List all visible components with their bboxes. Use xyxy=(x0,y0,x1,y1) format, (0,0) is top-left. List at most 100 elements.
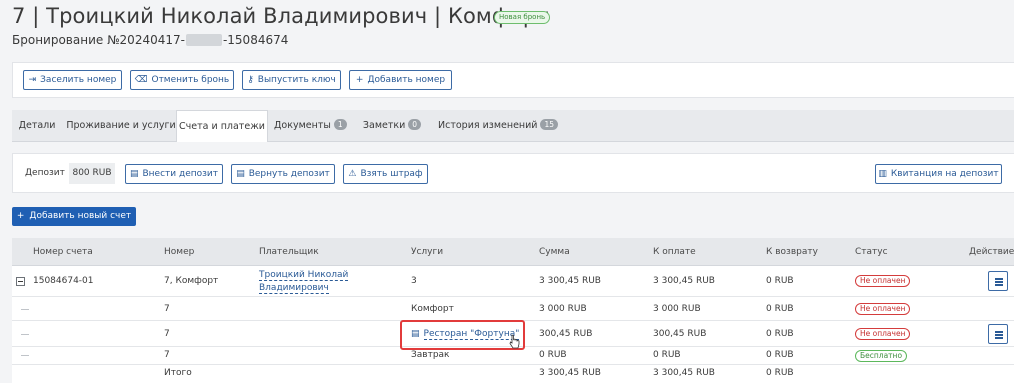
service-refund: 0 RUB xyxy=(766,304,794,314)
mouse-pointer-icon xyxy=(509,334,520,349)
deposit-panel: Депозит 800 RUB ▤ Внести депозит ▤ Вернуть… xyxy=(12,153,1014,193)
cancel-icon: ⌫ xyxy=(134,75,148,85)
col-status: Статус xyxy=(855,247,888,257)
add-room-button[interactable]: + Добавить номер xyxy=(349,70,452,90)
highlight-frame xyxy=(400,320,525,350)
issue-key-button[interactable]: ⚷ Выпустить ключ xyxy=(242,70,341,90)
check-in-label: Заселить номер xyxy=(40,75,117,85)
booking-number: Бронирование №20240417- -15084674 xyxy=(12,33,288,47)
invoice-refund: 0 RUB xyxy=(766,276,794,286)
deposit-label: Депозит xyxy=(25,168,65,178)
service-room: 7 xyxy=(164,329,170,339)
documents-count: 1 xyxy=(333,119,347,130)
tab-details[interactable]: Детали xyxy=(12,110,62,142)
fine-button[interactable]: ⚠ Взять штраф xyxy=(343,164,428,184)
tab-history[interactable]: История изменений 15 xyxy=(438,110,559,142)
check-in-button[interactable]: ⇥ Заселить номер xyxy=(23,70,122,90)
invoice-sum: 3 300,45 RUB xyxy=(539,276,601,286)
tab-stay-services-label: Проживание и услуги xyxy=(66,120,176,131)
total-to-pay: 3 300,45 RUB xyxy=(653,368,715,378)
card-icon: ▤ xyxy=(129,169,139,179)
service-name: Комфорт xyxy=(411,304,454,314)
cancel-booking-label: Отменить бронь xyxy=(151,75,230,85)
deposit-amount: 800 RUB xyxy=(69,163,115,184)
add-invoice-label: Добавить новый счет xyxy=(29,211,132,221)
status-badge: Бесплатно xyxy=(855,350,908,362)
deposit-return-label: Вернуть депозит xyxy=(248,169,330,179)
col-refund: К возврату xyxy=(766,247,818,257)
col-room: Номер xyxy=(164,247,195,257)
status-badge: Не оплачен xyxy=(855,303,911,315)
menu-line xyxy=(995,281,1003,283)
status-badge: Не оплачен xyxy=(855,328,911,340)
total-row: Итого 3 300,45 RUB 3 300,45 RUB 0 RUB xyxy=(12,365,1014,383)
warning-icon: ⚠ xyxy=(348,169,357,179)
tree-connector xyxy=(21,334,29,335)
col-to-pay: К оплате xyxy=(653,247,696,257)
tree-connector xyxy=(21,355,29,356)
invoice-to-pay: 3 300,45 RUB xyxy=(653,276,715,286)
col-invoice-number: Номер счета xyxy=(33,247,93,257)
invoice-row: 15084674-01 7, Комфорт Троицкий Николай … xyxy=(12,266,1014,297)
tab-details-label: Детали xyxy=(18,120,56,131)
total-refund: 0 RUB xyxy=(766,368,794,378)
tab-invoices-payments-label: Счета и платежи xyxy=(179,121,265,132)
history-count: 15 xyxy=(540,119,559,130)
invoice-services-count: 3 xyxy=(411,276,417,286)
invoice-menu-button[interactable] xyxy=(988,271,1008,291)
plus-icon: + xyxy=(355,75,364,85)
col-sum: Сумма xyxy=(539,247,570,257)
check-in-icon: ⇥ xyxy=(28,75,37,85)
col-action: Действие xyxy=(969,247,1014,257)
col-payer: Плательщик xyxy=(259,247,319,257)
service-name: Завтрак xyxy=(411,350,450,360)
tab-notes-label: Заметки xyxy=(362,120,406,131)
cancel-booking-button[interactable]: ⌫ Отменить бронь xyxy=(130,70,234,90)
menu-line xyxy=(995,334,1003,336)
fine-label: Взять штраф xyxy=(360,169,423,179)
deposit-in-label: Внести депозит xyxy=(142,169,219,179)
page-header: 7 | Троицкий Николай Владимирович | Комф… xyxy=(0,0,1014,60)
col-services: Услуги xyxy=(411,247,444,257)
add-room-label: Добавить номер xyxy=(367,75,446,85)
key-icon: ⚷ xyxy=(247,75,254,85)
service-refund: 0 RUB xyxy=(766,329,794,339)
total-label: Итого xyxy=(164,368,192,378)
tab-history-label: История изменений xyxy=(438,120,538,131)
booking-actions-panel: ⇥ Заселить номер ⌫ Отменить бронь ⚷ Выпусти… xyxy=(12,62,1014,98)
issue-key-label: Выпустить ключ xyxy=(257,75,336,85)
service-to-pay: 300,45 RUB xyxy=(653,329,707,339)
deposit-return-button[interactable]: ▤ Вернуть депозит xyxy=(231,164,335,184)
deposit-in-button[interactable]: ▤ Внести депозит xyxy=(125,164,223,184)
invoice-room: 7, Комфорт xyxy=(164,276,219,286)
tab-notes[interactable]: Заметки 0 xyxy=(362,110,422,142)
document-icon: ▥ xyxy=(878,169,887,179)
service-refund: 0 RUB xyxy=(766,350,794,360)
collapse-toggle-icon[interactable] xyxy=(16,277,25,286)
service-sum: 0 RUB xyxy=(539,350,567,360)
service-to-pay: 0 RUB xyxy=(653,350,681,360)
service-menu-button[interactable] xyxy=(988,324,1008,344)
booking-number-prefix: Бронирование №20240417- xyxy=(12,33,185,47)
notes-count: 0 xyxy=(408,119,422,130)
tree-connector xyxy=(21,309,29,310)
table-header: Номер счета Номер Плательщик Услуги Сумм… xyxy=(12,238,1014,266)
deposit-receipt-button[interactable]: ▥ Квитанция на депозит xyxy=(875,164,1002,184)
menu-line xyxy=(995,331,1003,333)
tab-invoices-payments[interactable]: Счета и платежи xyxy=(176,110,268,143)
payer-link[interactable]: Троицкий Николай Владимирович xyxy=(259,269,349,295)
menu-line xyxy=(995,284,1003,286)
menu-line xyxy=(995,337,1003,339)
payer-name-line2: Владимирович xyxy=(259,283,329,294)
service-row: 7 Комфорт 3 000 RUB 3 000 RUB 0 RUB Не о… xyxy=(12,297,1014,321)
total-sum: 3 300,45 RUB xyxy=(539,368,601,378)
add-invoice-button[interactable]: + Добавить новый счет xyxy=(12,207,136,226)
tab-documents-label: Документы xyxy=(274,120,331,131)
tab-documents[interactable]: Документы 1 xyxy=(274,110,347,142)
service-to-pay: 3 000 RUB xyxy=(653,304,701,314)
service-sum: 3 000 RUB xyxy=(539,304,587,314)
card-icon: ▤ xyxy=(236,169,245,179)
plus-icon: + xyxy=(16,211,25,221)
tab-stay-services[interactable]: Проживание и услуги xyxy=(66,110,176,142)
deposit-receipt-label: Квитанция на депозит xyxy=(890,169,999,179)
